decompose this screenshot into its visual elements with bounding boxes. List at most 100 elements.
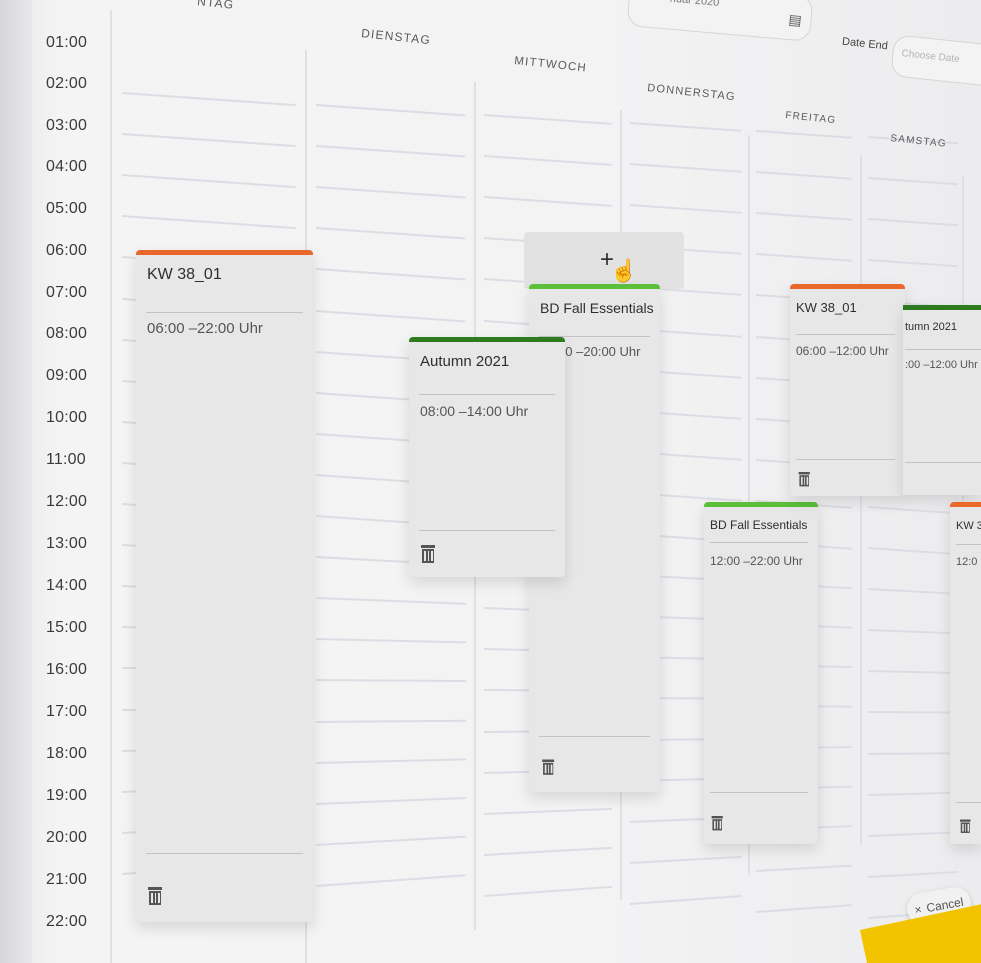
divider	[905, 462, 981, 463]
day-header-tuesday: DIENSTAG	[360, 26, 432, 48]
hour-gridline	[315, 104, 466, 116]
hour-gridline	[315, 597, 466, 605]
hour-label: 06:00	[46, 242, 88, 259]
pointer-hand-icon: ☝	[610, 258, 638, 283]
day-header-thursday: DONNERSTAG	[646, 82, 737, 104]
hour-gridline	[867, 670, 958, 674]
event-card[interactable]: tumn 2021 :00 –12:00 Uhr	[903, 305, 981, 495]
hour-label: 20:00	[46, 829, 88, 846]
trash-icon[interactable]	[421, 545, 437, 565]
event-color-bar	[136, 250, 313, 255]
event-title: BD Fall Essentials	[540, 300, 654, 316]
event-color-bar	[529, 284, 660, 289]
hour-label: 03:00	[46, 117, 88, 134]
divider	[796, 334, 895, 335]
event-color-bar	[409, 337, 565, 342]
column-divider	[860, 155, 862, 845]
day-header-friday: FREITAG	[784, 110, 837, 127]
hour-gridline	[867, 547, 958, 555]
event-card[interactable]: KW 38_01 06:00 –22:00 Uhr	[136, 250, 313, 922]
hour-gridline	[315, 186, 466, 199]
divider	[146, 853, 303, 854]
hour-label: 18:00	[46, 745, 88, 762]
hour-gridline	[755, 253, 852, 262]
event-time: 08:00 –14:00 Uhr	[420, 403, 529, 419]
day-header-wednesday: MITTWOCH	[513, 55, 588, 75]
calendar-icon[interactable]: ▤	[788, 11, 803, 29]
hour-gridline	[315, 268, 466, 281]
hour-gridline	[629, 855, 742, 864]
divider	[796, 459, 895, 460]
hour-gridline	[867, 177, 958, 185]
hour-label: 22:00	[46, 913, 88, 930]
event-card[interactable]: KW 3 12:0	[950, 502, 981, 844]
event-title: Autumn 2021	[420, 353, 510, 370]
trash-icon[interactable]	[148, 887, 164, 907]
divider	[905, 349, 981, 350]
hour-label: 12:00	[46, 493, 88, 510]
hour-gridline	[315, 757, 466, 764]
date-end-label: Date End	[841, 35, 889, 53]
hour-gridline	[867, 629, 958, 635]
hour-gridline	[867, 218, 958, 226]
event-color-bar	[950, 502, 981, 507]
hour-gridline	[629, 122, 742, 132]
hour-label: 13:00	[46, 535, 88, 552]
trash-icon[interactable]	[711, 816, 725, 832]
event-card[interactable]: BD Fall Essentials 12:00 –22:00 Uhr	[704, 502, 818, 844]
date-end-placeholder: Choose Date	[900, 48, 961, 66]
hour-gridline	[483, 807, 612, 815]
hour-label: 09:00	[46, 367, 88, 384]
trash-icon[interactable]	[542, 759, 556, 777]
hour-gridline	[867, 870, 958, 878]
event-title: KW 38_01	[796, 300, 857, 315]
divider	[419, 530, 555, 531]
divider	[419, 394, 555, 395]
event-title: BD Fall Essentials	[710, 518, 808, 532]
hour-gridline	[121, 215, 296, 229]
hour-label: 11:00	[46, 451, 86, 468]
hour-gridline	[629, 163, 742, 173]
hour-gridline	[755, 171, 852, 180]
hour-gridline	[315, 796, 466, 805]
hour-label: 17:00	[46, 703, 88, 720]
date-start-field[interactable]: nuar 2020 ▤	[626, 0, 814, 42]
hour-label: 02:00	[46, 75, 88, 92]
hour-label: 05:00	[46, 200, 88, 217]
hour-gridline	[867, 791, 958, 796]
divider	[956, 802, 981, 803]
hour-label: 16:00	[46, 661, 88, 678]
hour-gridline	[121, 174, 296, 188]
trash-icon[interactable]	[960, 819, 972, 835]
hour-gridline	[121, 92, 296, 106]
hour-label: 07:00	[46, 284, 88, 301]
trash-icon[interactable]	[798, 472, 812, 488]
hour-gridline	[867, 831, 958, 837]
hour-label: 04:00	[46, 158, 88, 175]
event-title: KW 3	[956, 520, 981, 532]
event-time: 12:00 –22:00 Uhr	[710, 554, 803, 568]
hour-label: 08:00	[46, 325, 88, 342]
event-time: 12:0	[956, 556, 978, 568]
hour-gridline	[755, 904, 852, 913]
hour-gridline	[483, 846, 612, 856]
hour-gridline	[867, 259, 958, 268]
event-title: KW 38_01	[147, 266, 222, 283]
hour-label: 14:00	[46, 577, 88, 594]
event-time: 06:00 –22:00 Uhr	[147, 320, 263, 337]
column-divider	[110, 10, 112, 963]
hour-gridline	[315, 719, 467, 722]
hour-label: 01:00	[46, 34, 88, 51]
hour-gridline	[755, 864, 852, 872]
event-card[interactable]: KW 38_01 06:00 –12:00 Uhr	[790, 284, 905, 496]
event-time: 06:00 –12:00 Uhr	[796, 344, 889, 358]
event-card[interactable]: Autumn 2021 08:00 –14:00 Uhr	[409, 337, 565, 577]
screen-edge	[0, 0, 32, 963]
hour-gridline	[315, 145, 466, 158]
date-end-field[interactable]: Choose Date	[890, 34, 981, 88]
hour-gridline	[755, 212, 852, 221]
event-time: :00 –12:00 Uhr	[905, 359, 978, 371]
hour-label: 21:00	[46, 871, 88, 888]
hour-label: 19:00	[46, 787, 88, 804]
hour-gridline	[315, 227, 466, 240]
